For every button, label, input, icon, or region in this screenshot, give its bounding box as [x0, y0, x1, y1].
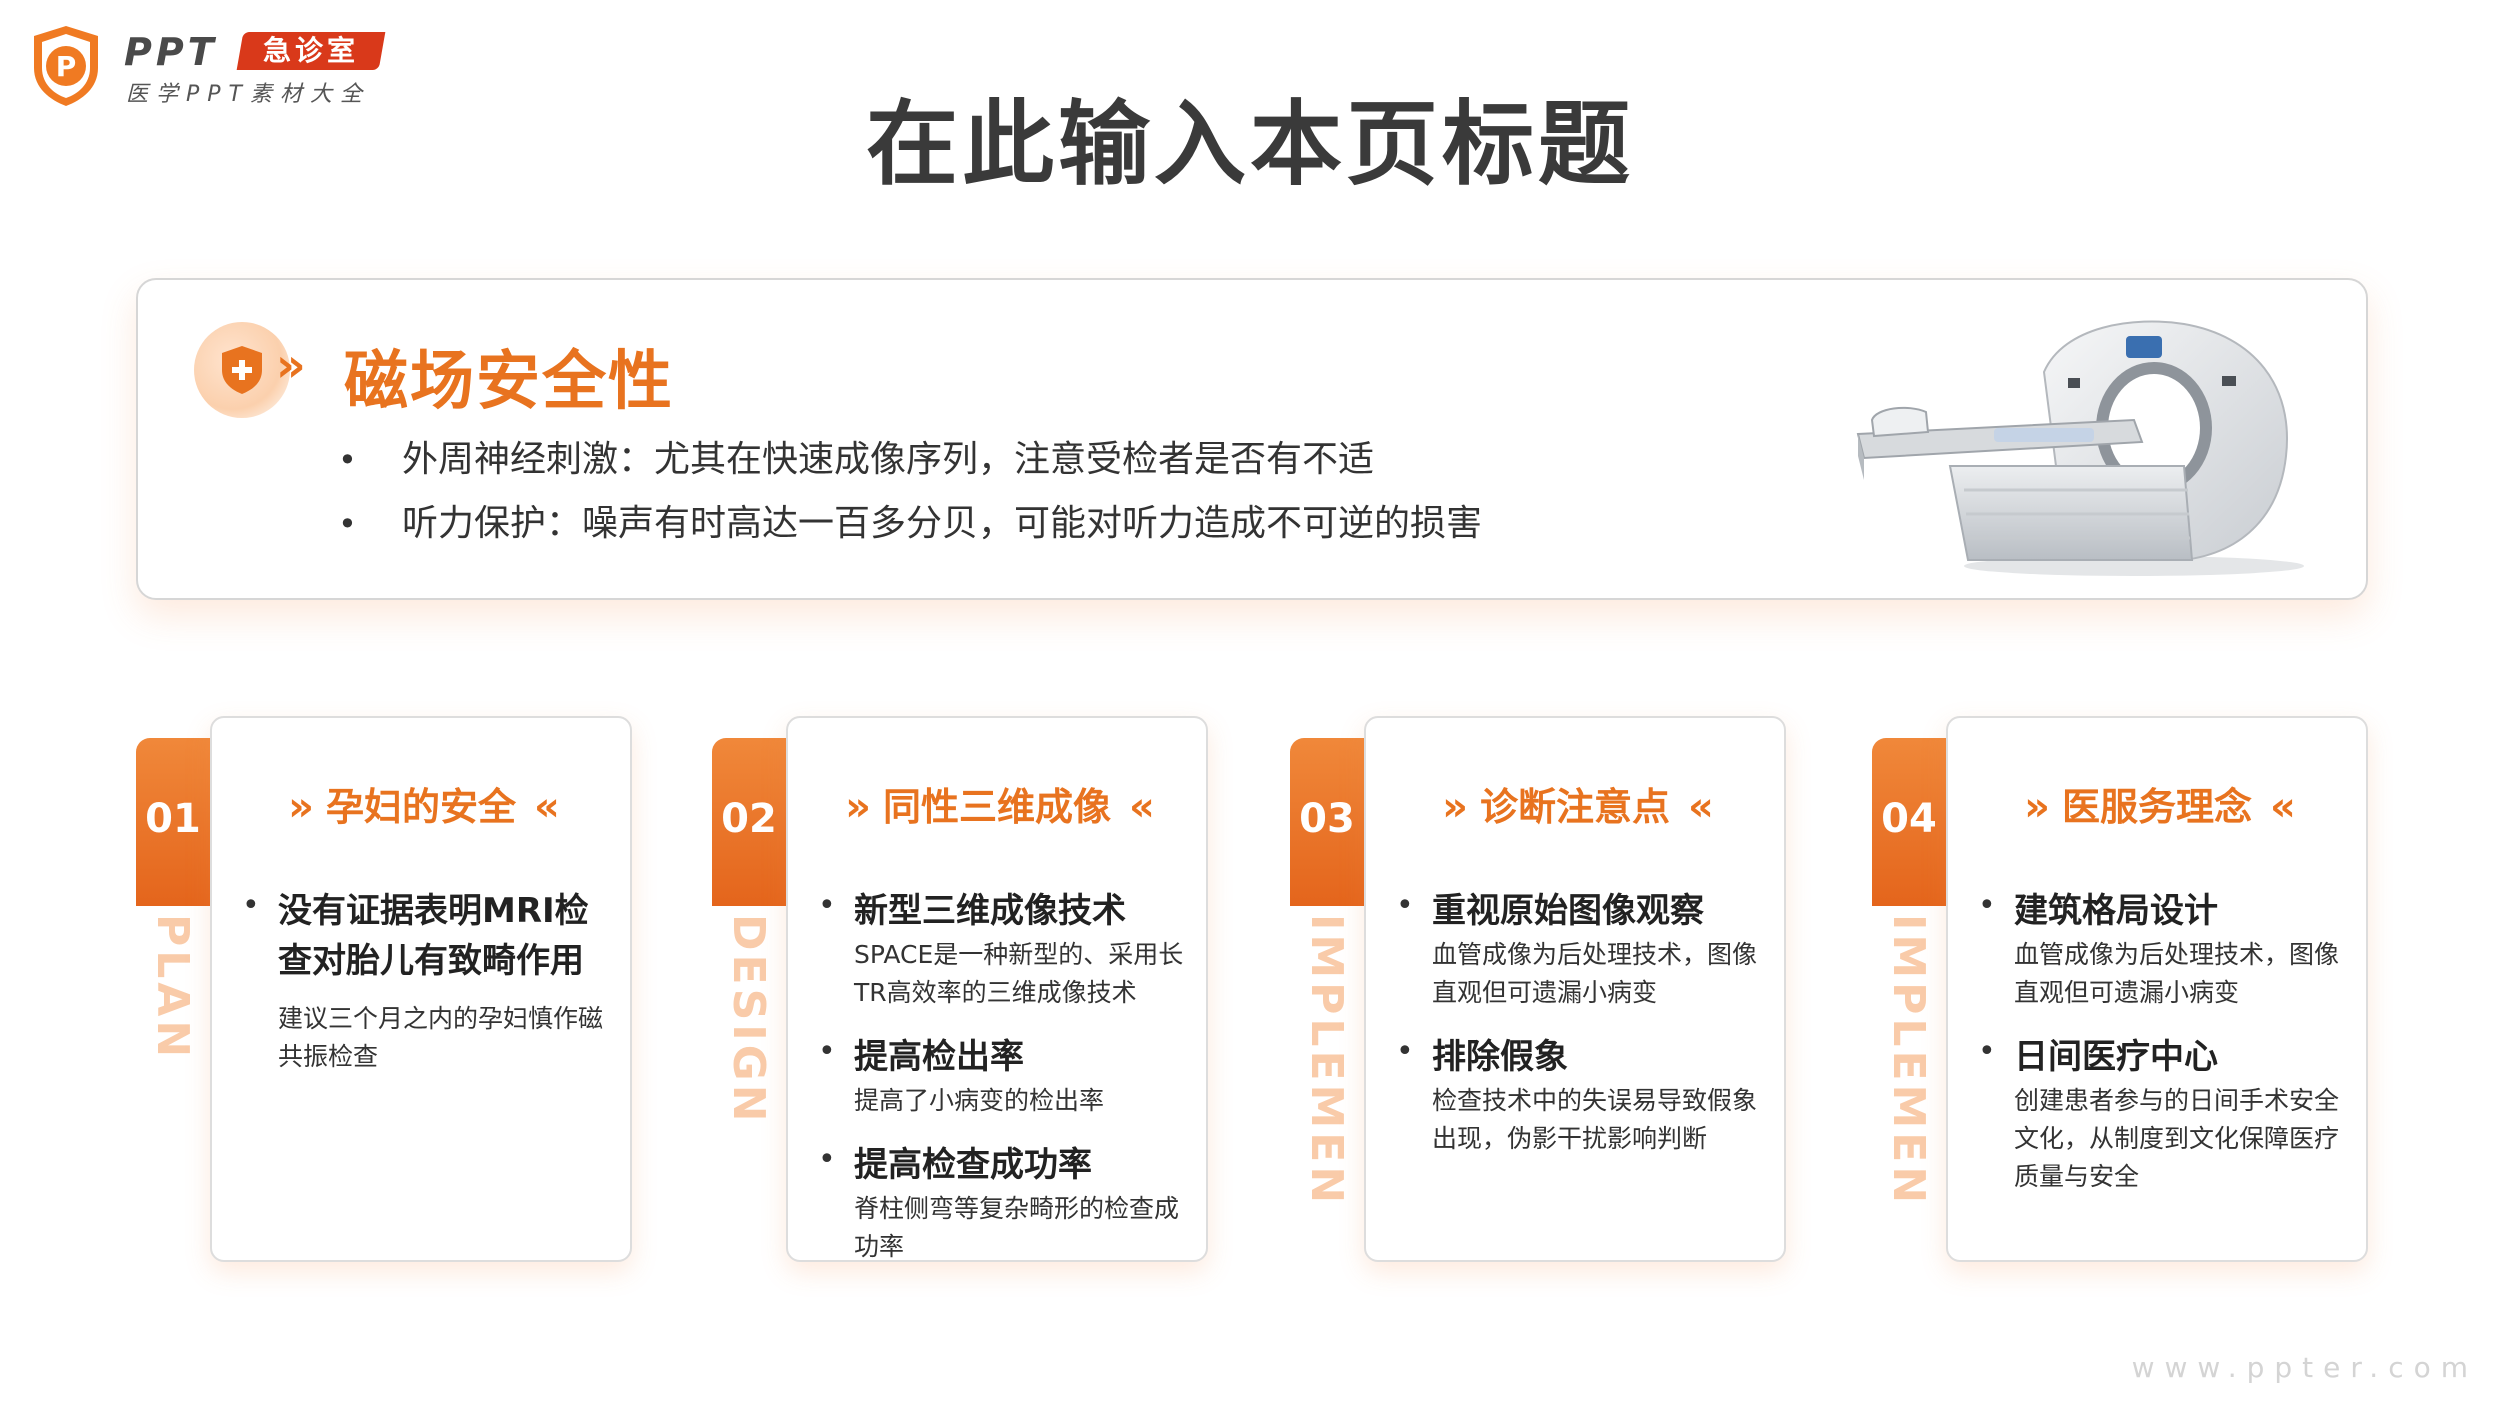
double-chevron-left-icon: « [2270, 784, 2296, 830]
list-item: 没有证据表明MRI检查对胎儿有致畸作用 建议三个月之内的孕妇慎作磁共振检查 [242, 886, 610, 1076]
card-pregnancy-safety: 01 PLAN »孕妇的安全 « 没有证据表明MRI检查对胎儿有致畸作用 建议三个… [136, 716, 646, 1262]
logo-brand-text: PPT [124, 30, 218, 74]
logo-badge-text: 急诊室 [262, 34, 359, 67]
item-description: 血管成像为后处理技术，图像直观但可遗漏小病变 [2014, 940, 2340, 1007]
double-chevron-right-icon: » [845, 784, 871, 830]
card-title-row: » 同性三维成像 « [788, 776, 1206, 831]
card-vertical-label: IMPLEMEN [1883, 914, 1934, 1208]
card-3d-imaging: 02 DESIGN »同性三维成像 « 新型三维成像技术 SPACE是一种新型的、… [712, 716, 1222, 1262]
magnetic-safety-panel: » 磁场安全性 外周神经刺激：尤其在快速成像序列，注意受检者是否有不适 听力保护… [136, 278, 2368, 600]
item-description: 检查技术中的失误易导致假象出现，伪影干扰影响判断 [1432, 1086, 1758, 1153]
item-title: 提高检出率 [854, 1037, 1024, 1077]
double-chevron-right-icon: » [276, 338, 306, 392]
item-title: 排除假象 [1432, 1037, 1568, 1077]
list-item: 建筑格局设计 血管成像为后处理技术，图像直观但可遗漏小病变 [1978, 886, 2346, 1012]
card-number: 02 [721, 796, 777, 842]
card-body: 新型三维成像技术 SPACE是一种新型的、采用长TR高效率的三维成像技术 提高检… [818, 886, 1186, 1286]
item-description: SPACE是一种新型的、采用长TR高效率的三维成像技术 [854, 940, 1184, 1007]
double-chevron-left-icon: « [1129, 784, 1155, 830]
card-title-row: » 孕妇的安全 « [212, 776, 630, 831]
double-chevron-left-icon: « [1688, 784, 1714, 830]
card-panel: »孕妇的安全 « 没有证据表明MRI检查对胎儿有致畸作用 建议三个月之内的孕妇慎作… [210, 716, 632, 1262]
item-title: 日间医疗中心 [2014, 1037, 2218, 1077]
item-description: 建议三个月之内的孕妇慎作磁共振检查 [278, 1004, 604, 1071]
card-service-concept: 04 IMPLEMEN »医服务理念 « 建筑格局设计 血管成像为后处理技术，图像… [1872, 716, 2382, 1262]
card-body: 重视原始图像观察 血管成像为后处理技术，图像直观但可遗漏小病变 排除假象 检查技… [1396, 886, 1764, 1178]
card-title: 诊断注意点 [1479, 785, 1670, 829]
card-vertical-label: IMPLEMEN [1301, 914, 1352, 1208]
item-title: 提高检查成功率 [854, 1145, 1092, 1185]
list-item: 新型三维成像技术 SPACE是一种新型的、采用长TR高效率的三维成像技术 [818, 886, 1186, 1012]
item-title: 没有证据表明MRI检查对胎儿有致畸作用 [278, 891, 589, 981]
item-description: 创建患者参与的日间手术安全文化，从制度到文化保障医疗质量与安全 [2014, 1086, 2340, 1191]
card-title: 医服务理念 [2061, 785, 2252, 829]
card-body: 没有证据表明MRI检查对胎儿有致畸作用 建议三个月之内的孕妇慎作磁共振检查 [242, 886, 610, 1096]
page-title: 在此输入本页标题 [865, 91, 1634, 198]
card-title: 孕妇的安全 [325, 785, 516, 829]
logo-badge: 急诊室 [236, 32, 386, 70]
card-panel: »医服务理念 « 建筑格局设计 血管成像为后处理技术，图像直观但可遗漏小病变 日间… [1946, 716, 2368, 1262]
panel-bullet-list: 外周神经刺激：尤其在快速成像序列，注意受检者是否有不适 听力保护：噪声有时高达一… [338, 428, 1482, 556]
card-vertical-label: PLAN [147, 914, 198, 1062]
card-title: 同性三维成像 [882, 785, 1111, 829]
item-title: 新型三维成像技术 [854, 891, 1126, 931]
double-chevron-left-icon: « [534, 784, 560, 830]
mri-scanner-image [1856, 320, 2304, 576]
list-item: 提高检查成功率 脊柱侧弯等复杂畸形的检查成功率 [818, 1140, 1186, 1266]
double-chevron-right-icon: » [1442, 784, 1468, 830]
card-diagnosis-notes: 03 IMPLEMEN »诊断注意点 « 重视原始图像观察 血管成像为后处理技术，… [1290, 716, 1800, 1262]
item-title: 重视原始图像观察 [1432, 891, 1704, 931]
item-description: 提高了小病变的检出率 [854, 1086, 1105, 1115]
list-item: 排除假象 检查技术中的失误易导致假象出现，伪影干扰影响判断 [1396, 1032, 1764, 1158]
card-title-row: » 诊断注意点 « [1366, 776, 1784, 831]
list-item: 重视原始图像观察 血管成像为后处理技术，图像直观但可遗漏小病变 [1396, 886, 1764, 1012]
footer-watermark-url: www.ppter.com [2131, 1351, 2478, 1384]
item-title: 建筑格局设计 [2014, 891, 2218, 931]
double-chevron-right-icon: » [2024, 784, 2050, 830]
panel-bullet: 外周神经刺激：尤其在快速成像序列，注意受检者是否有不适 [338, 428, 1482, 492]
card-vertical-label: DESIGN [723, 914, 774, 1126]
double-chevron-right-icon: » [288, 784, 314, 830]
item-description: 脊柱侧弯等复杂畸形的检查成功率 [854, 1194, 1180, 1261]
card-body: 建筑格局设计 血管成像为后处理技术，图像直观但可遗漏小病变 日间医疗中心 创建患… [1978, 886, 2346, 1216]
item-description: 血管成像为后处理技术，图像直观但可遗漏小病变 [1432, 940, 1758, 1007]
card-panel: »诊断注意点 « 重视原始图像观察 血管成像为后处理技术，图像直观但可遗漏小病变 … [1364, 716, 1786, 1262]
list-item: 提高检出率 提高了小病变的检出率 [818, 1032, 1186, 1120]
card-number: 01 [145, 796, 201, 842]
card-panel: »同性三维成像 « 新型三维成像技术 SPACE是一种新型的、采用长TR高效率的三… [786, 716, 1208, 1262]
list-item: 日间医疗中心 创建患者参与的日间手术安全文化，从制度到文化保障医疗质量与安全 [1978, 1032, 2346, 1196]
card-number: 04 [1881, 796, 1937, 842]
card-number: 03 [1299, 796, 1355, 842]
panel-heading: 磁场安全性 [344, 345, 674, 419]
panel-bullet: 听力保护：噪声有时高达一百多分贝，可能对听力造成不可逆的损害 [338, 492, 1482, 556]
card-title-row: » 医服务理念 « [1948, 776, 2366, 831]
